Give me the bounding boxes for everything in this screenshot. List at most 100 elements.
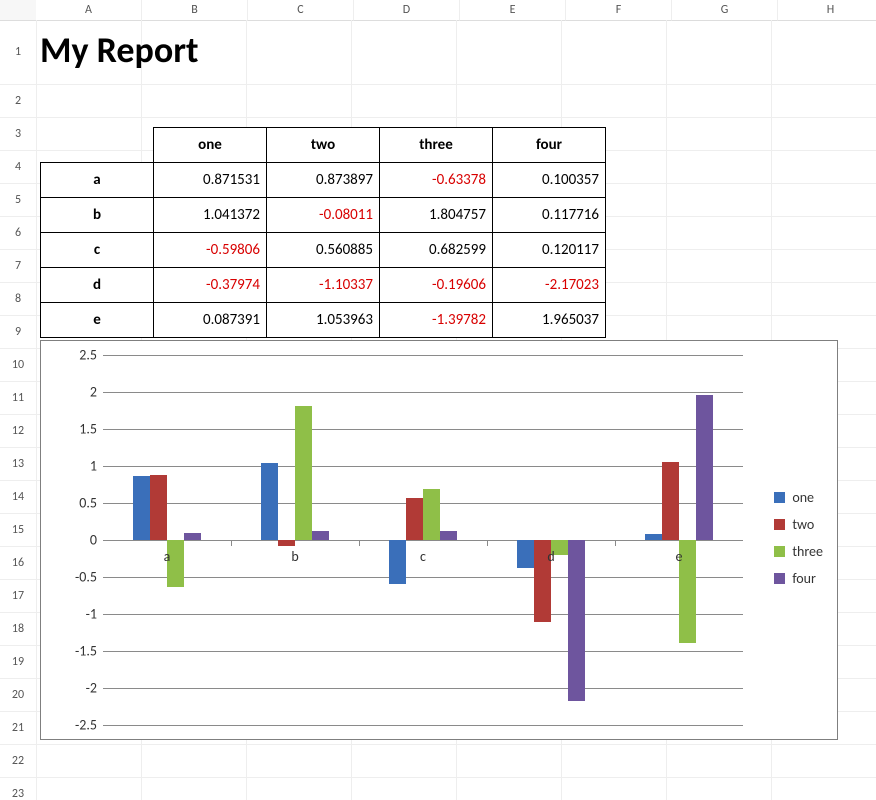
row-header[interactable]: 4 — [0, 151, 37, 184]
legend-label: one — [792, 489, 814, 506]
row-header[interactable]: 23 — [0, 778, 37, 800]
table-cell[interactable]: -2.17023 — [493, 268, 606, 303]
table-cell[interactable]: 1.965037 — [493, 303, 606, 338]
row-header[interactable]: 6 — [0, 217, 37, 250]
chart-container[interactable]: -2.5-2-1.5-1-0.500.511.522.5abcde onetwo… — [40, 340, 838, 740]
table-cell[interactable]: 0.087391 — [154, 303, 267, 338]
chart-bar — [423, 489, 440, 540]
table-cell[interactable]: -0.37974 — [154, 268, 267, 303]
table-cell[interactable]: 0.871531 — [154, 163, 267, 198]
chart-category-label: e — [676, 548, 683, 565]
chart-xtick — [359, 540, 360, 546]
table-cell[interactable]: 1.804757 — [380, 198, 493, 233]
chart-bar — [406, 498, 423, 540]
chart-bar — [133, 476, 150, 540]
table-col-header[interactable]: two — [267, 128, 380, 163]
chart-ytick-label: 1.5 — [57, 421, 97, 438]
column-header[interactable]: F — [566, 0, 672, 21]
table-cell[interactable]: -0.59806 — [154, 233, 267, 268]
select-all-corner[interactable] — [0, 0, 37, 21]
table-col-header[interactable]: three — [380, 128, 493, 163]
table-row-header[interactable]: e — [41, 303, 154, 338]
row-header[interactable]: 15 — [0, 514, 37, 547]
chart-ytick-label: 2.5 — [57, 347, 97, 364]
table-cell[interactable]: -1.39782 — [380, 303, 493, 338]
table-cell[interactable]: 1.053963 — [267, 303, 380, 338]
row-header[interactable]: 7 — [0, 250, 37, 283]
chart-gridline — [103, 392, 743, 393]
chart-plot-area: -2.5-2-1.5-1-0.500.511.522.5abcde — [103, 355, 743, 725]
chart-gridline — [103, 577, 743, 578]
column-header[interactable]: G — [672, 0, 778, 21]
chart-bar — [645, 534, 662, 540]
table-cell[interactable]: 0.873897 — [267, 163, 380, 198]
row-header-column: 123456789101112131415161718192021222324 — [0, 20, 36, 800]
table-col-header[interactable]: one — [154, 128, 267, 163]
column-header-row: ABCDEFGH — [36, 0, 876, 20]
chart-gridline — [103, 725, 743, 726]
table-row-header[interactable]: a — [41, 163, 154, 198]
table-cell[interactable]: -0.63378 — [380, 163, 493, 198]
row-header[interactable]: 20 — [0, 679, 37, 712]
table-row: b1.041372-0.080111.8047570.117716 — [41, 198, 606, 233]
row-header[interactable]: 21 — [0, 712, 37, 745]
chart-bar — [389, 540, 406, 584]
data-table: one two three four a0.8715310.873897-0.6… — [40, 127, 606, 338]
chart-bar — [278, 540, 295, 546]
table-row-header[interactable]: b — [41, 198, 154, 233]
legend-item: four — [774, 570, 823, 587]
table-row-header[interactable]: c — [41, 233, 154, 268]
chart-bar — [696, 395, 713, 540]
table-cell[interactable]: 1.041372 — [154, 198, 267, 233]
row-header[interactable]: 18 — [0, 613, 37, 646]
chart-xtick — [615, 540, 616, 546]
row-header[interactable]: 12 — [0, 415, 37, 448]
column-header[interactable]: B — [142, 0, 248, 21]
chart-category-label: b — [291, 548, 298, 565]
table-cell[interactable]: 0.100357 — [493, 163, 606, 198]
chart-ytick-label: -2 — [57, 680, 97, 697]
chart-bar — [295, 406, 312, 540]
chart-ytick-label: 0.5 — [57, 495, 97, 512]
spreadsheet-sheet: ABCDEFGH 1234567891011121314151617181920… — [0, 0, 876, 800]
row-header[interactable]: 5 — [0, 184, 37, 217]
table-col-header[interactable]: four — [493, 128, 606, 163]
chart-category-label: a — [164, 548, 171, 565]
chart-bar — [261, 463, 278, 540]
table-cell[interactable]: 0.120117 — [493, 233, 606, 268]
chart-ytick-label: 1 — [57, 458, 97, 475]
row-header[interactable]: 16 — [0, 547, 37, 580]
table-cell[interactable]: 0.560885 — [267, 233, 380, 268]
table-cell[interactable]: 0.682599 — [380, 233, 493, 268]
row-header[interactable]: 19 — [0, 646, 37, 679]
chart-ytick-label: 2 — [57, 384, 97, 401]
row-header[interactable]: 9 — [0, 316, 37, 349]
row-header[interactable]: 14 — [0, 481, 37, 514]
table-cell[interactable]: 0.117716 — [493, 198, 606, 233]
table-cell[interactable]: -0.19606 — [380, 268, 493, 303]
table-row-header[interactable]: d — [41, 268, 154, 303]
table-row: a0.8715310.873897-0.633780.100357 — [41, 163, 606, 198]
chart-gridline — [103, 651, 743, 652]
row-header[interactable]: 8 — [0, 283, 37, 316]
chart-gridline — [103, 466, 743, 467]
chart-ytick-label: -1.5 — [57, 643, 97, 660]
row-header[interactable]: 10 — [0, 349, 37, 382]
row-header[interactable]: 1 — [0, 20, 37, 85]
table-cell[interactable]: -1.10337 — [267, 268, 380, 303]
row-header[interactable]: 3 — [0, 118, 37, 151]
row-header[interactable]: 11 — [0, 382, 37, 415]
column-header[interactable]: H — [778, 0, 876, 21]
legend-item: three — [774, 543, 823, 560]
legend-label: two — [792, 516, 814, 533]
column-header[interactable]: C — [248, 0, 354, 21]
row-header[interactable]: 22 — [0, 745, 37, 778]
column-header[interactable]: A — [36, 0, 142, 21]
column-header[interactable]: E — [460, 0, 566, 21]
row-header[interactable]: 2 — [0, 85, 37, 118]
row-header[interactable]: 17 — [0, 580, 37, 613]
legend-label: four — [792, 570, 816, 587]
table-cell[interactable]: -0.08011 — [267, 198, 380, 233]
column-header[interactable]: D — [354, 0, 460, 21]
row-header[interactable]: 13 — [0, 448, 37, 481]
